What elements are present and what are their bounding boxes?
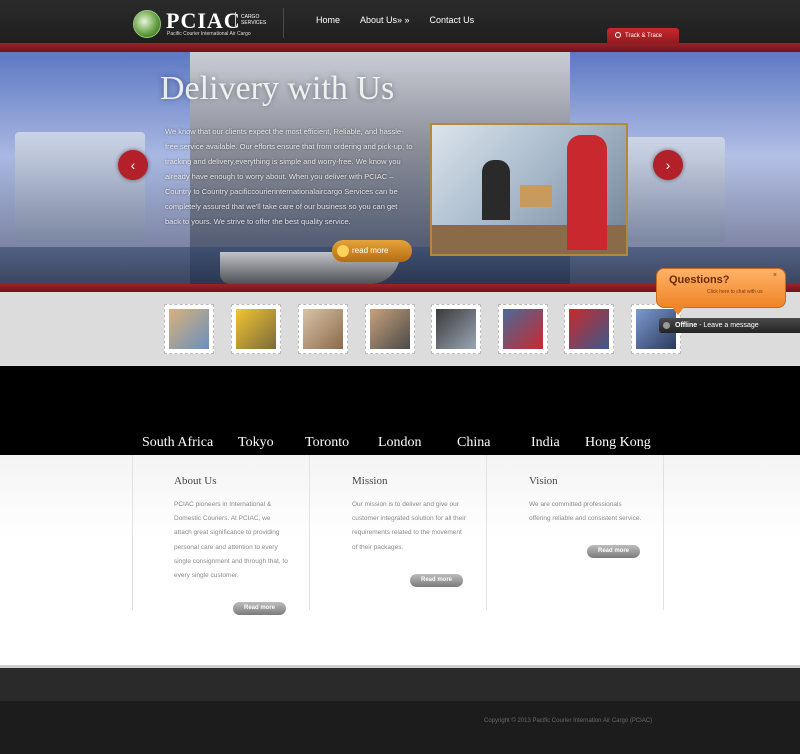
vision-read-more-button[interactable]: Read more bbox=[587, 545, 640, 558]
bubble-tail bbox=[672, 307, 684, 315]
column-divider bbox=[132, 455, 133, 610]
thumbnail-image bbox=[569, 309, 609, 349]
column-divider bbox=[663, 455, 664, 610]
chat-title: Questions? bbox=[669, 274, 730, 286]
track-trace-label: Track & Trace bbox=[625, 33, 663, 39]
site-header: PCIAC Pacific Courier International Air … bbox=[0, 0, 800, 44]
truck-image bbox=[15, 132, 145, 242]
city-toronto: Toronto bbox=[305, 435, 350, 450]
site-logo[interactable]: PCIAC Pacific Courier International Air … bbox=[133, 8, 283, 40]
thumbnail-image bbox=[236, 309, 276, 349]
footer-bottom: Copyright © 2013 Pacific Courier Interna… bbox=[0, 701, 800, 754]
parcel-box bbox=[520, 185, 552, 207]
mission-column: Mission Our mission is to deliver and gi… bbox=[352, 475, 467, 555]
about-us-text: PCIAC pioneers in International & Domest… bbox=[174, 501, 288, 580]
header-red-band bbox=[0, 43, 800, 52]
city-china: China bbox=[457, 435, 491, 450]
hero-slider: Delivery with Us We know that our client… bbox=[0, 52, 800, 284]
main-nav: Home About Us» » Contact Us bbox=[316, 15, 474, 25]
chat-status-icon bbox=[663, 322, 670, 329]
city-london: London bbox=[378, 435, 422, 450]
logo-separator bbox=[235, 12, 236, 28]
globe-logo-icon bbox=[133, 10, 161, 38]
close-icon[interactable]: × bbox=[773, 272, 777, 279]
chat-status-text: - Leave a message bbox=[697, 322, 759, 329]
city-hong-kong: Hong Kong bbox=[585, 435, 651, 450]
slider-next-button[interactable]: › bbox=[653, 150, 683, 180]
track-trace-button[interactable]: Track & Trace bbox=[607, 28, 679, 44]
search-icon bbox=[615, 32, 621, 38]
nav-about-us[interactable]: About Us» » bbox=[360, 15, 410, 25]
hero-read-more-button[interactable]: read more bbox=[332, 240, 412, 262]
slider-prev-button[interactable]: ‹ bbox=[118, 150, 148, 180]
thumbnail-image bbox=[436, 309, 476, 349]
chat-offline-bar[interactable]: Offline - Leave a message bbox=[659, 318, 800, 333]
hero-read-more-label: read more bbox=[352, 246, 389, 255]
chat-questions-bubble[interactable]: Questions? Click here to chat with us × bbox=[656, 268, 786, 315]
about-us-title: About Us bbox=[174, 475, 217, 487]
hero-title: Delivery with Us bbox=[160, 70, 395, 107]
chat-subtitle: Click here to chat with us bbox=[707, 289, 763, 295]
hero-photo bbox=[430, 123, 628, 256]
info-section: About Us PCIAC pioneers in International… bbox=[0, 455, 800, 665]
mission-text: Our mission is to deliver and give our c… bbox=[352, 501, 466, 551]
courier-figure bbox=[567, 135, 607, 250]
about-read-more-button[interactable]: Read more bbox=[233, 602, 286, 615]
logo-tag: CARGO SERVICES bbox=[241, 14, 267, 26]
logo-subtitle: Pacific Courier International Air Cargo bbox=[167, 31, 251, 37]
person-figure bbox=[482, 160, 510, 220]
thumbnail-airport[interactable] bbox=[298, 304, 348, 354]
thumbnail-office-delivery[interactable] bbox=[365, 304, 415, 354]
thumbnail-warning-sign[interactable] bbox=[231, 304, 281, 354]
city-tokyo: Tokyo bbox=[238, 435, 274, 450]
footer-top bbox=[0, 668, 800, 701]
city-south-africa: South Africa bbox=[142, 435, 214, 450]
thumbnail-container-port[interactable] bbox=[498, 304, 548, 354]
arrow-circle-icon bbox=[337, 245, 349, 257]
hero-description: We know that our clients expect the most… bbox=[165, 127, 413, 226]
about-us-column: About Us PCIAC pioneers in International… bbox=[174, 475, 289, 583]
mission-read-more-button[interactable]: Read more bbox=[410, 574, 463, 587]
thumbnail-image bbox=[370, 309, 410, 349]
column-divider bbox=[486, 455, 487, 610]
mission-title: Mission bbox=[352, 475, 388, 487]
nav-home[interactable]: Home bbox=[316, 15, 340, 25]
vision-text: We are committed professionals offering … bbox=[529, 501, 642, 523]
column-divider bbox=[309, 455, 310, 610]
city-india: India bbox=[531, 435, 560, 450]
header-divider bbox=[283, 8, 284, 38]
vision-title: Vision bbox=[529, 475, 558, 487]
nav-contact-us[interactable]: Contact Us bbox=[430, 15, 475, 25]
copyright-text: Copyright © 2013 Pacific Courier Interna… bbox=[484, 718, 653, 724]
chat-status: Offline bbox=[675, 322, 698, 329]
vision-column: Vision We are committed professionals of… bbox=[529, 475, 644, 526]
cities-row: South Africa Tokyo Toronto London China … bbox=[0, 435, 800, 455]
thumbnail-image bbox=[503, 309, 543, 349]
thumbnail-airplane-logo[interactable] bbox=[431, 304, 481, 354]
thumbnail-image bbox=[169, 309, 209, 349]
thumbnail-image bbox=[303, 309, 343, 349]
thumbnail-containers[interactable] bbox=[564, 304, 614, 354]
thumbnail-globe-boxes[interactable] bbox=[164, 304, 214, 354]
